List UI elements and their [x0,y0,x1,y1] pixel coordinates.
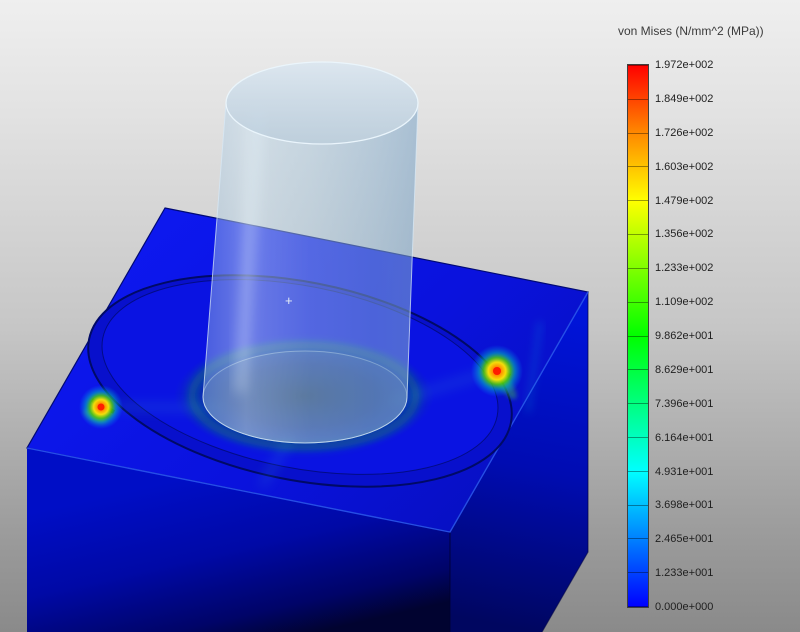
simulation-results-viewport: + von Mises (N/mm^2 (MPa)) 1.972e+002 1.… [0,0,800,632]
legend-tick-label: 1.849e+002 [655,92,714,105]
legend-colorbar [627,64,649,608]
legend-tick-label: 1.603e+002 [655,160,714,173]
legend-tick-label: 7.396e+001 [655,397,714,410]
stress-hotspot-left [79,385,123,429]
legend-tick-label: 3.698e+001 [655,499,714,512]
legend-tick-label: 6.164e+001 [655,431,714,444]
legend-tick-label: 1.233e+001 [655,567,714,580]
legend-labels: 1.972e+002 1.849e+002 1.726e+002 1.603e+… [655,58,755,614]
cylinder-part: + [202,61,419,444]
legend-tick-label: 1.109e+002 [655,296,714,309]
legend-tick-label: 2.465e+001 [655,533,714,546]
legend-tick-label: 1.356e+002 [655,228,714,241]
legend-tick-label: 0.000e+000 [655,601,714,613]
legend-tick-label: 9.862e+001 [655,330,714,342]
legend-tick-label: 4.931e+001 [655,465,714,478]
legend-tick-label: 1.972e+002 [655,59,714,71]
origin-marker: + [285,293,293,308]
legend-tick-label: 1.726e+002 [655,126,714,139]
legend-title: von Mises (N/mm^2 (MPa)) [618,24,764,38]
legend-tick-label: 8.629e+001 [655,363,714,376]
legend-tick-label: 1.233e+002 [655,262,714,275]
legend-tick-label: 1.479e+002 [655,194,714,207]
